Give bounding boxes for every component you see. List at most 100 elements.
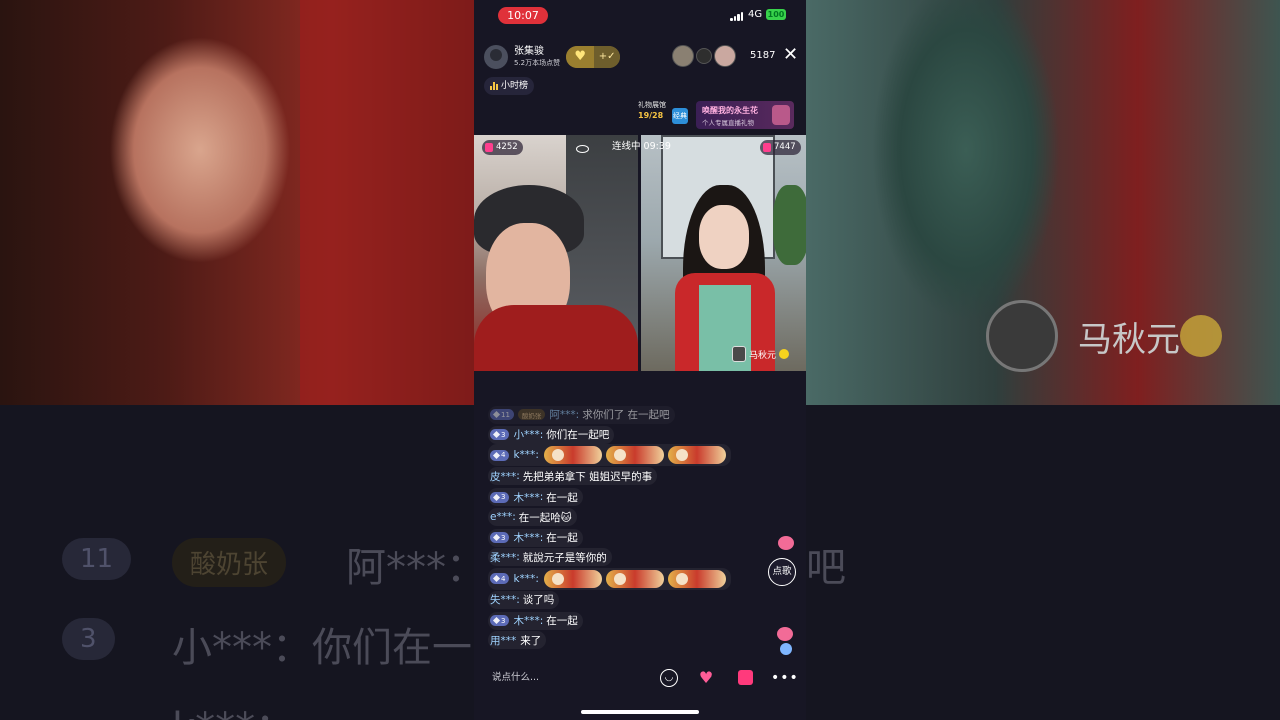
background-video-left [0,0,474,405]
heart-gift-icon[interactable]: ♥ [696,668,716,688]
flower-gift-icon [772,105,790,125]
chat-message[interactable]: 柔***: 就說元子是等你的 [488,548,612,567]
chat-text: 就說元子是等你的 [522,551,607,564]
bg-fanclub-pill: 酸奶张 [172,538,287,587]
dragon-sticker [667,569,726,588]
viewer-avatar[interactable] [696,48,712,64]
follow-label: + [598,51,608,62]
close-button[interactable]: ✕ [783,45,798,65]
chat-text: 你们在一起吧 [546,429,610,442]
guest-score: 7447 [774,142,796,152]
level-badge: 3 [490,532,510,544]
guest-name: 马秋元 [749,350,777,361]
bg-chat-text-2: 小***：你们在一 [172,625,472,671]
chat-list[interactable]: 11 酸奶张 阿***: 求你们了 在一起吧 3 小***: 你们在一起吧 4 … [488,402,778,650]
guest-logo-icon [732,346,746,362]
fan-club-button[interactable]: ♥ +✓ [566,46,621,68]
chat-message[interactable]: 3 小***: 你们在一起吧 [488,425,615,444]
emoji-icon[interactable]: ◡ [660,669,678,687]
chat-message[interactable]: 3 木***: 在一起 [488,611,583,630]
chat-username[interactable]: 木*** [513,530,539,545]
host-bar[interactable]: 张集骏 5.2万本场点赞 ♥ +✓ [484,44,621,70]
background-chat-left: 11 酸奶张 阿***： 3 小***：你们在一 k***： [0,405,474,720]
follow-button[interactable]: +✓ [594,46,621,68]
background-left: 11 酸奶张 阿***： 3 小***：你们在一 k***： [0,0,474,720]
guest-name-tag[interactable]: 马秋元 [732,346,790,362]
score-icon [763,143,771,152]
level-badge: 3 [490,429,510,441]
top-viewers[interactable] [672,45,736,67]
guest-plant [773,185,806,265]
dragon-sticker [605,569,664,588]
sticker-row [543,569,726,588]
more-icon[interactable]: ••• [771,668,798,688]
chat-username[interactable]: k*** [513,449,535,461]
coin-icon [779,349,790,359]
chat-colon: : [535,449,539,462]
chat-username[interactable]: 柔*** [490,550,516,565]
hourly-rank-button[interactable]: 小时榜 [484,77,535,95]
chat-colon: : [516,470,520,483]
chat-username[interactable]: e*** [490,511,512,523]
chat-text: 谈了吗 [522,594,555,607]
background-chat-right: 吧 [806,405,1280,720]
chat-text: 在一起 [546,491,578,504]
rank-icon [490,82,498,90]
chat-username[interactable]: 皮*** [490,469,516,484]
background-right: 马秋元 吧 [806,0,1280,720]
chat-username[interactable]: 阿*** [549,407,575,422]
status-bar: 10:07 4G 100 [474,0,806,32]
chat-message[interactable]: 失***: 谈了吗 [488,590,560,609]
home-indicator[interactable] [581,710,699,714]
chat-username[interactable]: 失*** [490,592,516,607]
chat-text: 在一起 [546,532,578,545]
chat-colon: : [575,408,580,421]
host-likes: 5.2万本场点赞 [514,59,561,67]
host-avatar[interactable] [484,45,508,69]
chat-text: 求你们了 在一起吧 [582,409,670,421]
chat-text: 来了 [520,634,542,647]
chat-message[interactable]: 4 k***: [488,567,731,590]
bg-chat-text-3: k***： [172,695,295,720]
host-score-badge[interactable]: 4252 [482,140,523,155]
chat-colon: : [539,531,544,544]
floating-heart-icon [778,536,794,550]
viewer-avatar[interactable] [714,45,736,67]
chat-username[interactable]: 木*** [513,490,539,505]
chat-message[interactable]: 4 k***: [488,444,731,467]
gift-gallery-button[interactable]: 礼物展馆 19/28 经典 [638,101,692,129]
viewer-avatar[interactable] [672,45,694,67]
chat-message[interactable]: 3 木***: 在一起 [488,488,583,507]
network-label: 4G [748,9,763,20]
chat-username[interactable]: k*** [513,573,535,585]
gift-icon[interactable] [735,668,755,688]
guest-score-badge[interactable]: 7447 [760,140,801,155]
viewer-count[interactable]: 5187 [750,50,775,61]
heart-icon: ♥ [566,46,595,68]
guest-video[interactable] [641,135,806,371]
host-video[interactable] [474,135,638,371]
chat-username[interactable]: 用*** [490,633,516,648]
song-request-button[interactable]: 点歌 [768,558,796,586]
chat-message[interactable]: 3 木***: 在一起 [488,528,583,547]
chat-message[interactable]: 皮***: 先把弟弟拿下 姐姐迟早的事 [488,467,658,486]
eye-icon[interactable] [576,145,589,153]
host-sweater [474,305,638,371]
chat-colon: : [516,551,520,564]
comment-input[interactable]: 说点什么... [484,667,662,689]
chat-username[interactable]: 小*** [513,427,539,442]
promo-subtitle: 个人专属直播礼物 [702,119,754,127]
promo-title: 唤醒我的永生花 [702,106,758,115]
guest-face [699,205,749,269]
battery-icon: 100 [766,9,786,20]
link-status: 连线中 09:39 [612,141,671,152]
chat-username[interactable]: 木*** [513,613,539,628]
promo-banner[interactable]: 唤醒我的永生花 个人专属直播礼物 [696,101,794,129]
level-badge: 3 [490,491,510,503]
chat-message[interactable]: e***: 在一起哈🐱 [488,508,577,527]
chat-message[interactable]: 11 酸奶张 阿***: 求你们了 在一起吧 [488,406,675,424]
fanclub-badge: 酸奶张 [517,409,546,420]
chat-message[interactable]: 用*** 来了 [488,631,547,650]
dragon-sticker [605,446,664,465]
video-linkup[interactable]: 4252 连线中 09:39 7447 马秋元 [474,135,806,371]
